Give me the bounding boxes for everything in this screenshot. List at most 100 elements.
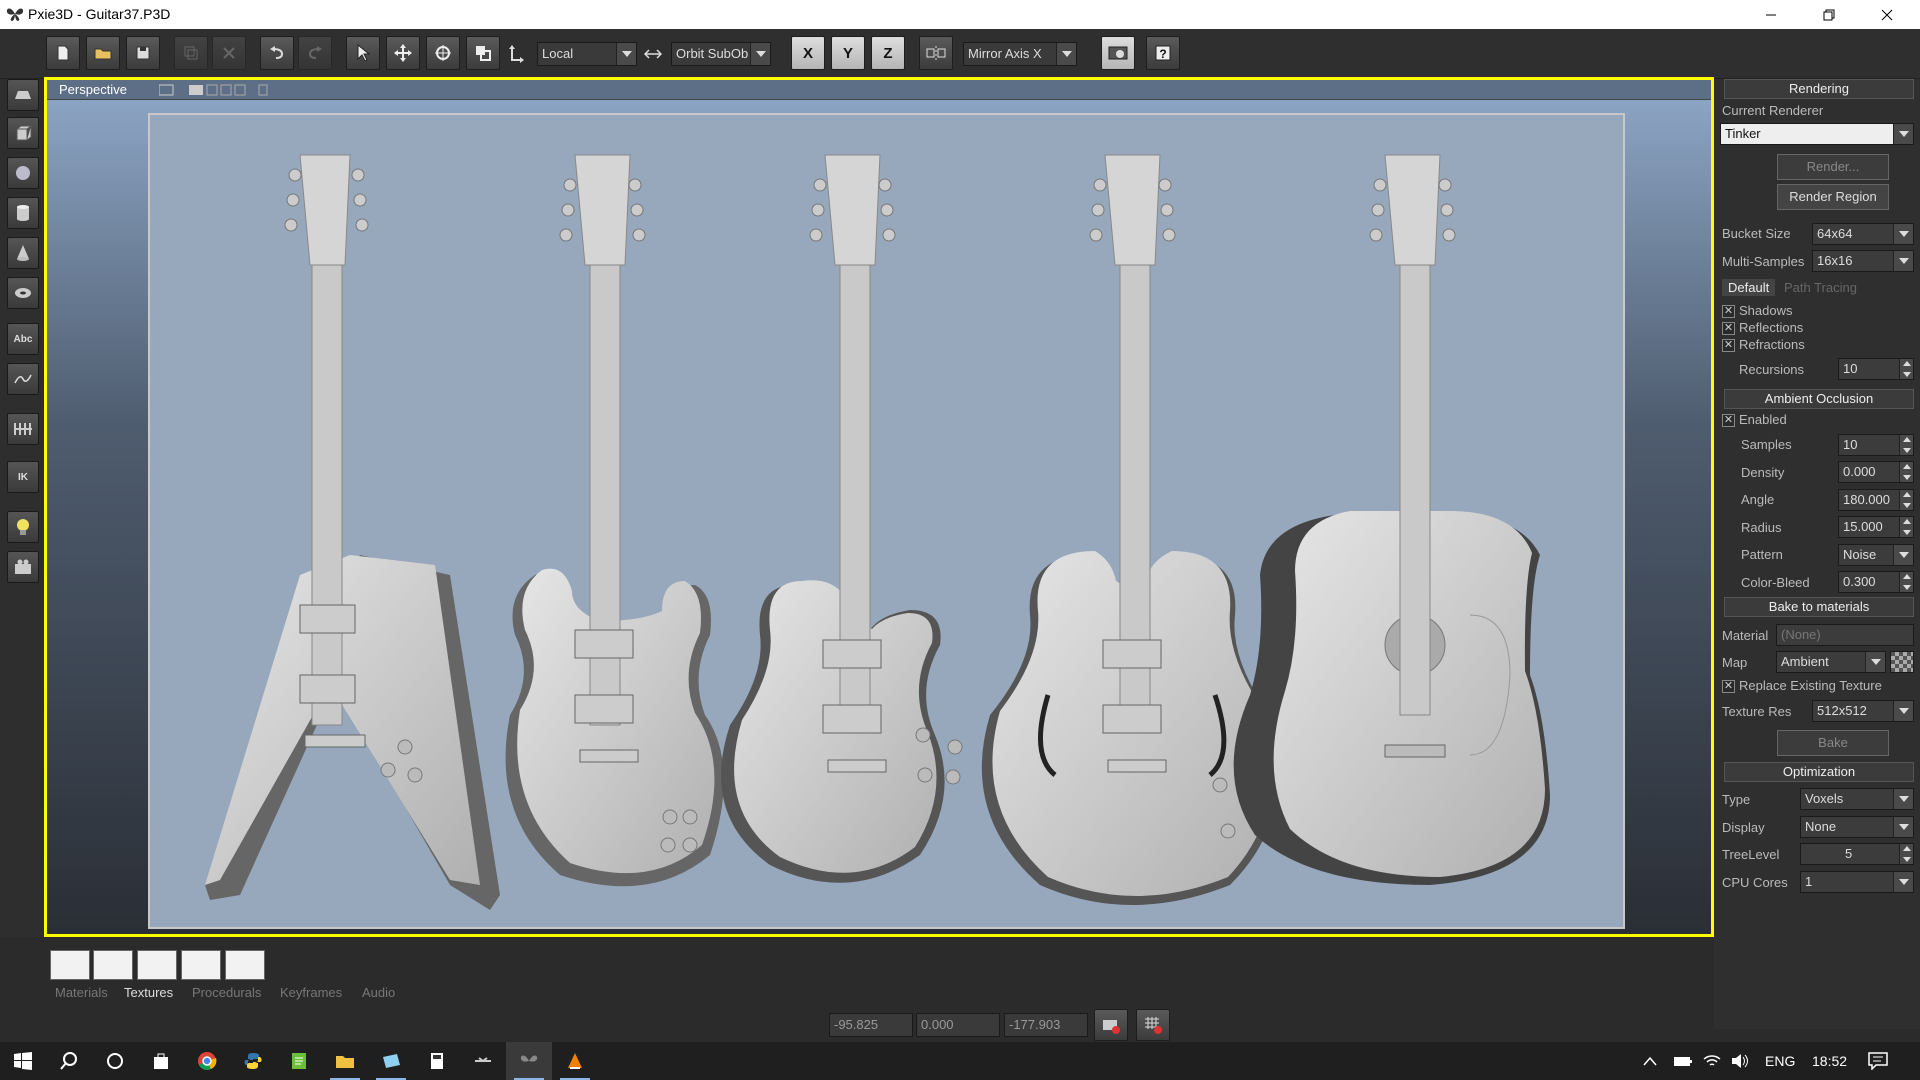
python-button[interactable] — [230, 1042, 276, 1080]
scale-tool-button[interactable] — [466, 36, 500, 70]
checker-texture-icon[interactable] — [1890, 651, 1914, 673]
rotate-tool-button[interactable] — [426, 36, 460, 70]
current-renderer-select[interactable]: Tinker — [1720, 123, 1914, 145]
battery-icon[interactable] — [1673, 1054, 1693, 1068]
save-button[interactable] — [126, 36, 160, 70]
spinner-icon[interactable] — [1899, 490, 1913, 510]
close-button[interactable] — [1858, 0, 1916, 29]
texture-thumbnail[interactable] — [50, 950, 90, 980]
snap-grid-button[interactable] — [1136, 1009, 1170, 1041]
redo-button[interactable] — [298, 36, 332, 70]
texture-thumbnail[interactable] — [93, 950, 133, 980]
pxie3d-button[interactable] — [506, 1042, 552, 1080]
wifi-icon[interactable] — [1703, 1053, 1721, 1069]
coord-x-field[interactable]: -95.825 — [829, 1013, 913, 1037]
axis-z-button[interactable]: Z — [871, 36, 905, 70]
viewport-mode-icons[interactable] — [159, 83, 269, 97]
shadows-checkbox[interactable]: ✕ — [1722, 305, 1735, 318]
ao-samples-input[interactable]: 10 — [1838, 434, 1914, 456]
text-tool[interactable]: Abc — [7, 323, 39, 355]
axis-x-button[interactable]: X — [791, 36, 825, 70]
notifications-icon[interactable] — [1868, 1052, 1888, 1070]
search-button[interactable] — [46, 1042, 92, 1080]
bucket-size-select[interactable]: 64x64 — [1812, 223, 1914, 245]
render-preview-button[interactable] — [1101, 36, 1135, 70]
bake-button[interactable]: Bake — [1777, 730, 1889, 756]
axis-y-button[interactable]: Y — [831, 36, 865, 70]
reflections-checkbox[interactable]: ✕ — [1722, 322, 1735, 335]
opt-display-select[interactable]: None — [1800, 816, 1914, 838]
bones-tool[interactable] — [7, 413, 39, 445]
multi-samples-select[interactable]: 16x16 — [1812, 250, 1914, 272]
restore-button[interactable] — [1800, 0, 1858, 29]
copy-button[interactable] — [174, 36, 208, 70]
ik-tool[interactable]: IK — [7, 461, 39, 493]
chrome-button[interactable] — [184, 1042, 230, 1080]
spinner-icon[interactable] — [1899, 359, 1913, 379]
sphere-tool[interactable] — [7, 157, 39, 189]
render-region-button[interactable]: Render Region — [1777, 184, 1889, 210]
tab-materials[interactable]: Materials — [55, 985, 108, 1000]
bake-map-select[interactable]: Ambient — [1776, 651, 1886, 673]
vlc-button[interactable] — [552, 1042, 598, 1080]
opt-cpu-cores-select[interactable]: 1 — [1800, 871, 1914, 893]
select-tool-button[interactable] — [346, 36, 380, 70]
render-region[interactable] — [148, 113, 1625, 929]
tray-chevron-up-icon[interactable] — [1643, 1056, 1657, 1066]
tab-textures[interactable]: Textures — [124, 985, 173, 1000]
tab-procedurals[interactable]: Procedurals — [192, 985, 261, 1000]
snap-camera-button[interactable] — [1094, 1009, 1128, 1041]
spinner-icon[interactable] — [1899, 435, 1913, 455]
recursions-input[interactable]: 10 — [1838, 358, 1914, 380]
bake-header[interactable]: Bake to materials — [1724, 597, 1914, 617]
render-button[interactable]: Render... — [1777, 154, 1889, 180]
cylinder-tool[interactable] — [7, 197, 39, 229]
tab-keyframes[interactable]: Keyframes — [280, 985, 342, 1000]
mirror-axis-select[interactable]: Mirror Axis X — [963, 42, 1077, 66]
spinner-icon[interactable] — [1899, 462, 1913, 482]
cone-tool[interactable] — [7, 237, 39, 269]
file-explorer-button[interactable] — [322, 1042, 368, 1080]
cube-tool[interactable] — [7, 117, 39, 149]
texture-thumbnail[interactable] — [181, 950, 221, 980]
coord-z-field[interactable]: -177.903 — [1004, 1013, 1088, 1037]
replace-texture-checkbox[interactable]: ✕ — [1722, 680, 1735, 693]
new-file-button[interactable] — [46, 36, 80, 70]
tab-path-tracing[interactable]: Path Tracing — [1784, 280, 1857, 295]
drone-app-button[interactable] — [460, 1042, 506, 1080]
texture-thumbnail[interactable] — [137, 950, 177, 980]
tab-default[interactable]: Default — [1722, 279, 1776, 296]
cortana-button[interactable] — [92, 1042, 138, 1080]
app-button[interactable] — [368, 1042, 414, 1080]
texture-thumbnail[interactable] — [225, 950, 265, 980]
ao-radius-input[interactable]: 15.000 — [1838, 516, 1914, 538]
viewport-perspective[interactable]: Perspective — [44, 77, 1714, 937]
opt-type-select[interactable]: Voxels — [1800, 788, 1914, 810]
optimization-header[interactable]: Optimization — [1724, 762, 1914, 782]
viewport-label[interactable]: Perspective — [59, 82, 127, 97]
delete-button[interactable] — [212, 36, 246, 70]
bake-material-field[interactable]: (None) — [1776, 624, 1914, 646]
light-tool[interactable] — [7, 511, 39, 543]
clock[interactable]: 18:52 — [1812, 1053, 1847, 1069]
spinner-icon[interactable] — [1899, 517, 1913, 537]
ao-density-input[interactable]: 0.000 — [1838, 461, 1914, 483]
ao-enabled-checkbox[interactable]: ✕ — [1722, 414, 1735, 427]
minimize-button[interactable] — [1742, 0, 1800, 29]
volume-icon[interactable] — [1731, 1053, 1749, 1069]
rendering-header[interactable]: Rendering — [1724, 79, 1914, 99]
coord-y-field[interactable]: 0.000 — [916, 1013, 1000, 1037]
mirror-button[interactable] — [919, 36, 953, 70]
spinner-icon[interactable] — [1899, 844, 1913, 864]
torus-tool[interactable] — [7, 277, 39, 309]
ao-pattern-select[interactable]: Noise — [1838, 544, 1914, 566]
help-button[interactable]: ? — [1146, 36, 1180, 70]
orbit-mode-select[interactable]: Orbit SubOb — [671, 42, 771, 66]
spinner-icon[interactable] — [1899, 572, 1913, 592]
ao-color-bleed-input[interactable]: 0.300 — [1838, 571, 1914, 593]
store-button[interactable] — [138, 1042, 184, 1080]
start-button[interactable] — [0, 1042, 46, 1080]
opt-treelevel-input[interactable]: 5 — [1800, 843, 1914, 865]
language-indicator[interactable]: ENG — [1765, 1053, 1795, 1069]
open-file-button[interactable] — [86, 36, 120, 70]
